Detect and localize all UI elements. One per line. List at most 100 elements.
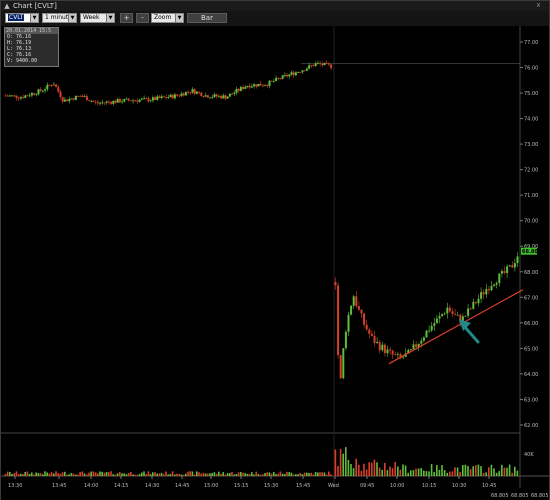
interval-select[interactable]: 1 minute ▼ [42,13,77,23]
volume-bar [13,473,15,476]
chevron-down-icon[interactable]: ▼ [68,14,76,22]
candle-body [498,273,501,284]
candle-body [275,77,278,81]
candle-body [46,84,49,90]
volume-bar [4,473,7,476]
volume-bar [39,473,42,476]
candle-body [92,100,95,102]
volume-bar [317,472,319,476]
volume-bar [134,474,136,476]
volume-bar [218,471,220,476]
x-tick-label: 13:30 [8,483,22,489]
candle-body [30,93,33,96]
price-chart[interactable]: 77.00 76.00 75.00 74.00 73.00 72.00 71.00 70.00… [1,26,549,500]
volume-bar [503,467,506,476]
volume-bar [281,473,284,476]
volume-bar [360,470,363,476]
candle-body [368,329,371,334]
candle-body [325,62,328,64]
chevron-down-icon[interactable]: ▼ [175,14,183,22]
candle-body [319,62,322,64]
volume-bar [342,453,344,476]
candle-body [246,85,249,87]
candle-body [500,271,503,274]
candle-body [357,306,360,310]
candle-body [165,97,168,98]
volume-bar [132,474,134,476]
close-icon[interactable]: x [534,1,543,10]
candle-body [167,97,170,98]
volume-bar [182,474,185,476]
x-tick-label: 13:45 [52,483,66,489]
volume-bar [114,474,117,476]
footer-price-value: 68.805 [491,493,509,499]
candle-body [26,95,29,97]
chevron-down-icon[interactable]: ▼ [30,14,38,22]
volume-bar [352,468,355,476]
x-tick-label: 15:45 [296,483,310,489]
volume-bar [77,474,79,476]
zoom-in-button[interactable]: + [120,13,133,23]
volume-bar [226,473,229,476]
volume-bar [475,465,477,476]
volume-bar [482,472,485,476]
ohlc-info-box: 20.01.2014 15:5 O: 76.16 H: 76.19 L: 76.… [4,27,59,67]
candle-body [389,349,392,351]
candle-body [261,85,264,87]
candle-body [451,311,454,315]
zoom-select[interactable]: Zoom ▼ [151,13,184,23]
volume-bar [485,472,487,476]
volume-bar [110,471,112,476]
volume-bar [490,464,493,476]
candle-body [231,93,234,95]
candle-body [4,95,7,97]
volume-bar [407,472,409,476]
period-select[interactable]: Week ▼ [80,13,115,23]
candle-body [125,98,128,100]
volume-bar [270,473,273,476]
candle-body [224,95,227,99]
candle-body [156,96,159,100]
candle-body [381,344,384,351]
volume-bar [244,473,246,476]
volume-bar [174,474,176,476]
candle-body [83,96,86,98]
bar-type-button[interactable]: Bar [187,13,227,23]
candle-body [70,98,73,100]
volume-bar [365,469,368,476]
volume-bar [404,465,407,476]
candle-body [386,349,389,354]
candle-body [508,265,511,267]
y-tick-label: 65.00 [524,346,538,352]
candle-body [438,316,441,319]
candle-body [365,324,368,330]
candle-body [299,72,302,73]
candle-body [191,89,194,93]
volume-bar [433,471,435,476]
volume-bar [158,473,161,476]
candle-body [363,313,366,325]
candle-body [485,288,488,295]
candle-body [222,95,225,99]
app-icon: ▲ [4,2,10,10]
volume-bar [495,472,498,476]
volume-bar [200,473,202,476]
volume-bar [149,474,152,476]
candle-body [283,74,286,76]
volume-bar [44,471,46,476]
volume-bar [207,473,209,476]
candle-body [107,101,110,103]
candle-body [193,89,196,94]
chart-background [1,26,549,500]
volume-bar [123,473,125,476]
symbol-select[interactable]: CVLT ▼ [5,13,39,23]
volume-bar [152,472,154,476]
volume-bar [371,462,373,476]
chevron-down-icon[interactable]: ▼ [106,14,114,22]
x-tick-label: 10:15 [422,483,436,489]
y-tick-label: 66.00 [524,321,538,327]
zoom-out-button[interactable]: - [136,13,149,23]
candle-body [134,100,137,102]
candle-body [116,98,119,103]
volume-bar [266,472,268,476]
